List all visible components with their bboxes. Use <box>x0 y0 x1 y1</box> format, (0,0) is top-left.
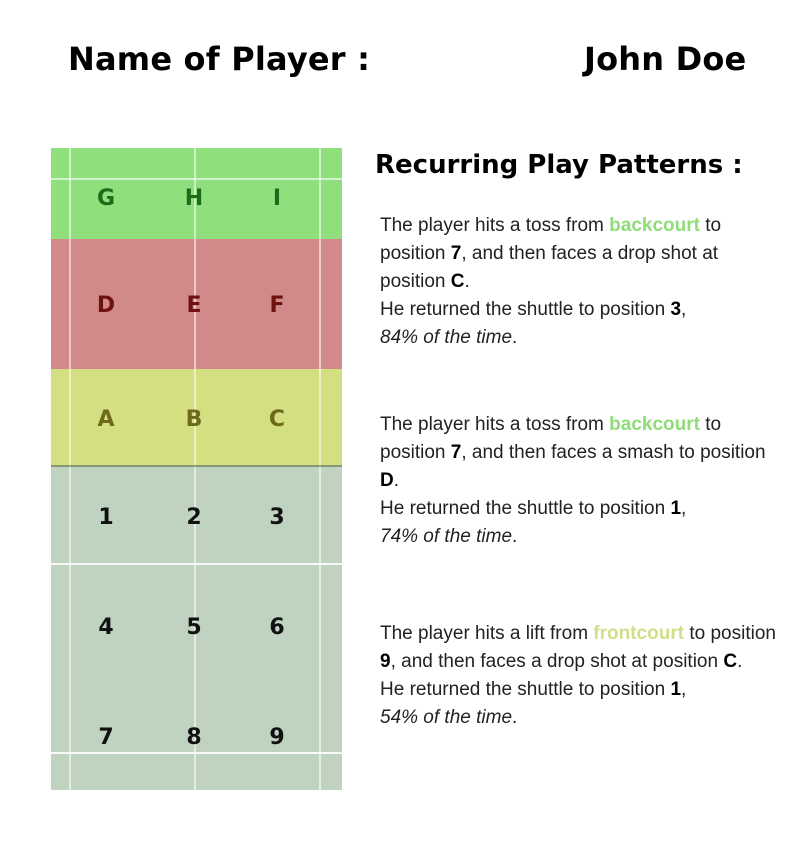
court-line <box>51 178 342 180</box>
pattern-text: , <box>681 498 687 519</box>
court-position-7: 7 <box>98 725 114 750</box>
pattern-percentage: 84% of the time <box>380 327 513 348</box>
pattern-text: The player hits a toss from <box>380 414 610 435</box>
court-line <box>51 752 342 754</box>
pattern-text: to position <box>684 623 776 644</box>
pattern-return-position: 1 <box>670 498 682 519</box>
court-line <box>51 465 342 467</box>
court-position-g: G <box>96 186 116 211</box>
court-position-b: B <box>185 407 203 432</box>
pattern-from-position: 7 <box>450 243 462 264</box>
pattern-from-position: 7 <box>450 442 462 463</box>
pattern-return-position: 3 <box>670 299 682 320</box>
pattern-court-area: backcourt <box>609 414 700 435</box>
pattern-zone: C <box>723 651 738 672</box>
pattern-text: He returned the shuttle to position <box>380 498 671 519</box>
court-position-8: 8 <box>186 725 202 750</box>
pattern-text: . <box>464 271 470 292</box>
court-position-4: 4 <box>98 615 114 640</box>
court-position-a: A <box>97 407 115 432</box>
pattern-return-position: 1 <box>670 679 682 700</box>
pattern-text: to position <box>673 442 766 463</box>
pattern-item: The player hits a toss from backcourt to… <box>380 212 780 352</box>
pattern-text: . <box>512 526 518 547</box>
pattern-text: , <box>681 299 687 320</box>
court-position-i: I <box>272 186 282 211</box>
court-position-d: D <box>96 293 116 318</box>
pattern-text: He returned the shuttle to position <box>380 679 671 700</box>
court-line <box>319 148 321 790</box>
pattern-from-position: 9 <box>380 651 391 672</box>
patterns-title: Recurring Play Patterns : <box>375 150 743 180</box>
pattern-item: The player hits a toss from backcourt to… <box>380 411 780 551</box>
court-line <box>69 148 71 790</box>
player-name: John Doe <box>584 40 747 78</box>
court-position-f: F <box>269 293 285 318</box>
pattern-text: at position <box>626 651 724 672</box>
player-name-label: Name of Player : <box>68 40 371 78</box>
pattern-text: . <box>393 470 400 491</box>
court-position-1: 1 <box>98 505 114 530</box>
pattern-court-area: frontcourt <box>593 623 685 644</box>
pattern-text: , and then faces a <box>390 651 547 672</box>
pattern-court-area: backcourt <box>609 215 700 236</box>
court-position-2: 2 <box>186 505 202 530</box>
pattern-text: . <box>512 707 518 728</box>
pattern-zone: D <box>380 470 394 491</box>
court-position-6: 6 <box>269 615 285 640</box>
pattern-text: , and then faces a <box>461 442 618 463</box>
court-position-3: 3 <box>269 505 285 530</box>
court-line <box>194 148 196 790</box>
pattern-shot: smash <box>617 442 674 463</box>
court-position-c: C <box>268 407 286 432</box>
pattern-text: , and then faces a <box>461 243 618 264</box>
pattern-percentage: 54% of the time <box>380 707 513 728</box>
pattern-shot: drop shot <box>617 243 697 264</box>
pattern-text: . <box>512 327 518 348</box>
pattern-text: . <box>737 651 743 672</box>
badminton-court-diagram: G H I D E F A B C 1 2 3 4 5 6 7 8 9 <box>51 148 342 790</box>
court-position-h: H <box>184 186 204 211</box>
court-position-e: E <box>186 293 202 318</box>
pattern-item: The player hits a lift from frontcourt t… <box>380 620 780 732</box>
pattern-text: The player hits a toss from <box>380 215 610 236</box>
pattern-zone: C <box>450 271 465 292</box>
court-position-9: 9 <box>269 725 285 750</box>
pattern-text: The player hits a lift from <box>380 623 594 644</box>
pattern-text: He returned the shuttle to position <box>380 299 671 320</box>
court-line <box>51 563 342 565</box>
pattern-shot: drop shot <box>546 651 627 672</box>
court-position-5: 5 <box>186 615 202 640</box>
pattern-percentage: 74% of the time <box>380 526 513 547</box>
pattern-text: , <box>681 679 687 700</box>
